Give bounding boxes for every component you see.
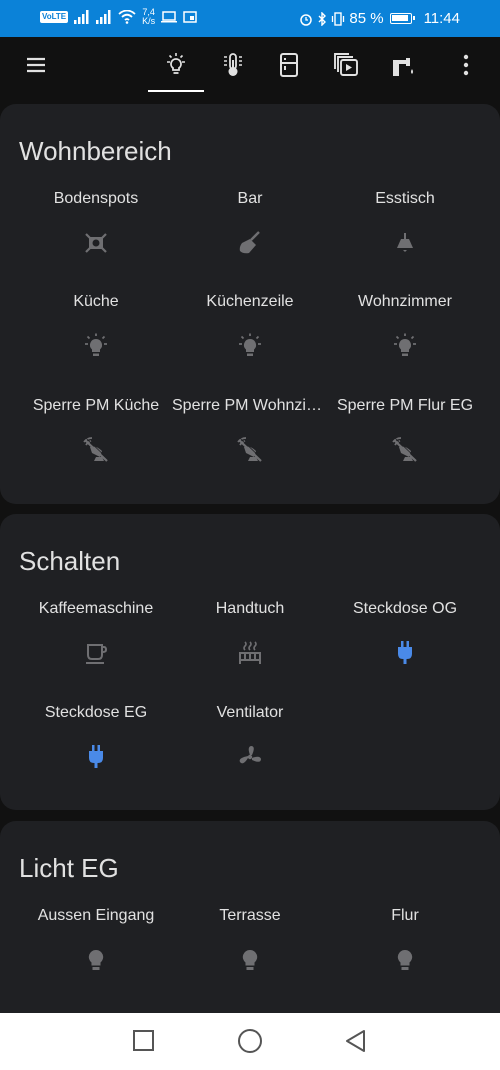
app-toolbar bbox=[0, 37, 500, 93]
tab-climate[interactable] bbox=[209, 37, 257, 93]
entity-label: Bar bbox=[237, 190, 263, 207]
card-schalten: Schalten Kaffeemaschine Handtuch Steckdo… bbox=[0, 514, 500, 810]
motion-sensor-off-icon bbox=[83, 437, 109, 462]
signal-icon bbox=[74, 10, 89, 24]
entity-label: Sperre PM Flur EG bbox=[336, 397, 474, 414]
entity-label: Sperre PM Wohnzimmer bbox=[172, 397, 328, 414]
water-tap-icon bbox=[393, 58, 413, 76]
lightbulb-on-icon bbox=[85, 333, 107, 356]
broom-light-icon bbox=[239, 231, 260, 254]
towel-heater-icon bbox=[239, 641, 261, 664]
status-bar: VoLTE 7,4 K/s 85 % 11:44 bbox=[0, 0, 500, 37]
entity-label: Steckdose EG bbox=[44, 704, 148, 721]
lightbulb-icon bbox=[167, 53, 185, 74]
entity-label: Esstisch bbox=[375, 190, 435, 207]
wifi-icon bbox=[118, 10, 136, 24]
circle-icon bbox=[238, 1029, 262, 1053]
entity-wohnzimmer[interactable]: Wohnzimmer bbox=[327, 293, 483, 361]
fan-icon bbox=[239, 746, 261, 764]
menu-button[interactable] bbox=[12, 37, 60, 93]
battery-percent: 85 % bbox=[349, 10, 384, 27]
entity-terrasse[interactable]: Terrasse bbox=[172, 907, 328, 975]
entity-flur[interactable]: Flur bbox=[327, 907, 483, 975]
menu-icon bbox=[27, 57, 45, 73]
entity-ventilator[interactable]: Ventilator bbox=[172, 704, 328, 772]
coffee-maker-icon bbox=[86, 644, 108, 664]
tab-appliances[interactable] bbox=[265, 37, 313, 93]
motion-sensor-off-icon bbox=[237, 437, 263, 462]
recents-button[interactable] bbox=[130, 1027, 158, 1055]
spotlight-icon bbox=[85, 233, 107, 253]
lightbulb-icon bbox=[397, 949, 413, 970]
more-vertical-icon bbox=[463, 54, 469, 76]
card-wohnbereich: Wohnbereich Bodenspots Bar Esstisch Küch… bbox=[0, 104, 500, 504]
battery-icon bbox=[389, 13, 415, 24]
laptop-icon bbox=[161, 11, 178, 23]
card-title: Wohnbereich bbox=[19, 136, 172, 166]
lightbulb-on-icon bbox=[394, 333, 416, 356]
vibrate-icon bbox=[332, 11, 345, 26]
ceiling-light-icon bbox=[397, 233, 413, 252]
tab-lights[interactable] bbox=[152, 37, 200, 93]
triangle-back-icon bbox=[346, 1030, 365, 1052]
entity-sperre-pm-kueche[interactable]: Sperre PM Küche bbox=[18, 397, 174, 465]
motion-sensor-off-icon bbox=[392, 437, 418, 462]
home-button[interactable] bbox=[236, 1027, 264, 1055]
volte-badge: VoLTE bbox=[40, 11, 69, 23]
bluetooth-icon bbox=[318, 11, 327, 26]
tab-water[interactable] bbox=[379, 37, 427, 93]
entity-label: Handtuch bbox=[215, 600, 285, 617]
entity-label: Ventilator bbox=[216, 704, 284, 721]
entity-label: Küchenzeile bbox=[206, 293, 294, 310]
fridge-icon bbox=[280, 53, 298, 77]
entity-sperre-pm-wohnzimmer[interactable]: Sperre PM Wohnzimmer bbox=[172, 397, 328, 465]
power-plug-icon bbox=[398, 641, 412, 664]
screen-cast-icon bbox=[183, 11, 197, 23]
card-title: Licht EG bbox=[19, 853, 119, 883]
entity-bodenspots[interactable]: Bodenspots bbox=[18, 190, 174, 258]
entity-label: Küche bbox=[73, 293, 119, 310]
signal-icon-2 bbox=[96, 10, 111, 24]
entity-label: Bodenspots bbox=[53, 190, 139, 207]
lightbulb-icon bbox=[242, 949, 258, 970]
alarm-icon bbox=[300, 13, 313, 26]
speed-unit: K/s bbox=[142, 16, 156, 26]
entity-label: Aussen Eingang bbox=[37, 907, 155, 924]
entity-steckdose-eg[interactable]: Steckdose EG bbox=[18, 704, 174, 772]
entity-handtuch[interactable]: Handtuch bbox=[172, 600, 328, 668]
tab-media[interactable] bbox=[322, 37, 370, 93]
more-button[interactable] bbox=[442, 37, 490, 93]
clock: 11:44 bbox=[423, 10, 460, 27]
network-speed: 7,4 K/s bbox=[142, 8, 155, 26]
active-tab-indicator bbox=[148, 90, 204, 92]
back-button[interactable] bbox=[342, 1027, 370, 1055]
entity-label: Kaffeemaschine bbox=[38, 600, 154, 617]
power-plug-icon bbox=[89, 745, 103, 768]
entity-label: Sperre PM Küche bbox=[32, 397, 160, 414]
entity-label: Steckdose OG bbox=[352, 600, 458, 617]
entity-label: Flur bbox=[391, 907, 419, 924]
thermometer-icon bbox=[224, 53, 242, 76]
entity-label: Terrasse bbox=[219, 907, 281, 924]
entity-aussen-eingang[interactable]: Aussen Eingang bbox=[18, 907, 174, 975]
lightbulb-on-icon bbox=[239, 333, 261, 356]
entity-kaffeemaschine[interactable]: Kaffeemaschine bbox=[18, 600, 174, 668]
square-icon bbox=[133, 1030, 154, 1051]
entity-kueche[interactable]: Küche bbox=[18, 293, 174, 361]
media-icon bbox=[334, 53, 358, 76]
entity-kuechenzeile[interactable]: Küchenzeile bbox=[172, 293, 328, 361]
entity-bar[interactable]: Bar bbox=[172, 190, 328, 258]
entity-esstisch[interactable]: Esstisch bbox=[327, 190, 483, 258]
entity-sperre-pm-flur-eg[interactable]: Sperre PM Flur EG bbox=[327, 397, 483, 465]
card-title: Schalten bbox=[19, 546, 121, 576]
entity-steckdose-og[interactable]: Steckdose OG bbox=[327, 600, 483, 668]
lightbulb-icon bbox=[88, 949, 104, 970]
system-nav-bar bbox=[0, 1013, 500, 1070]
entity-label: Wohnzimmer bbox=[358, 293, 452, 310]
